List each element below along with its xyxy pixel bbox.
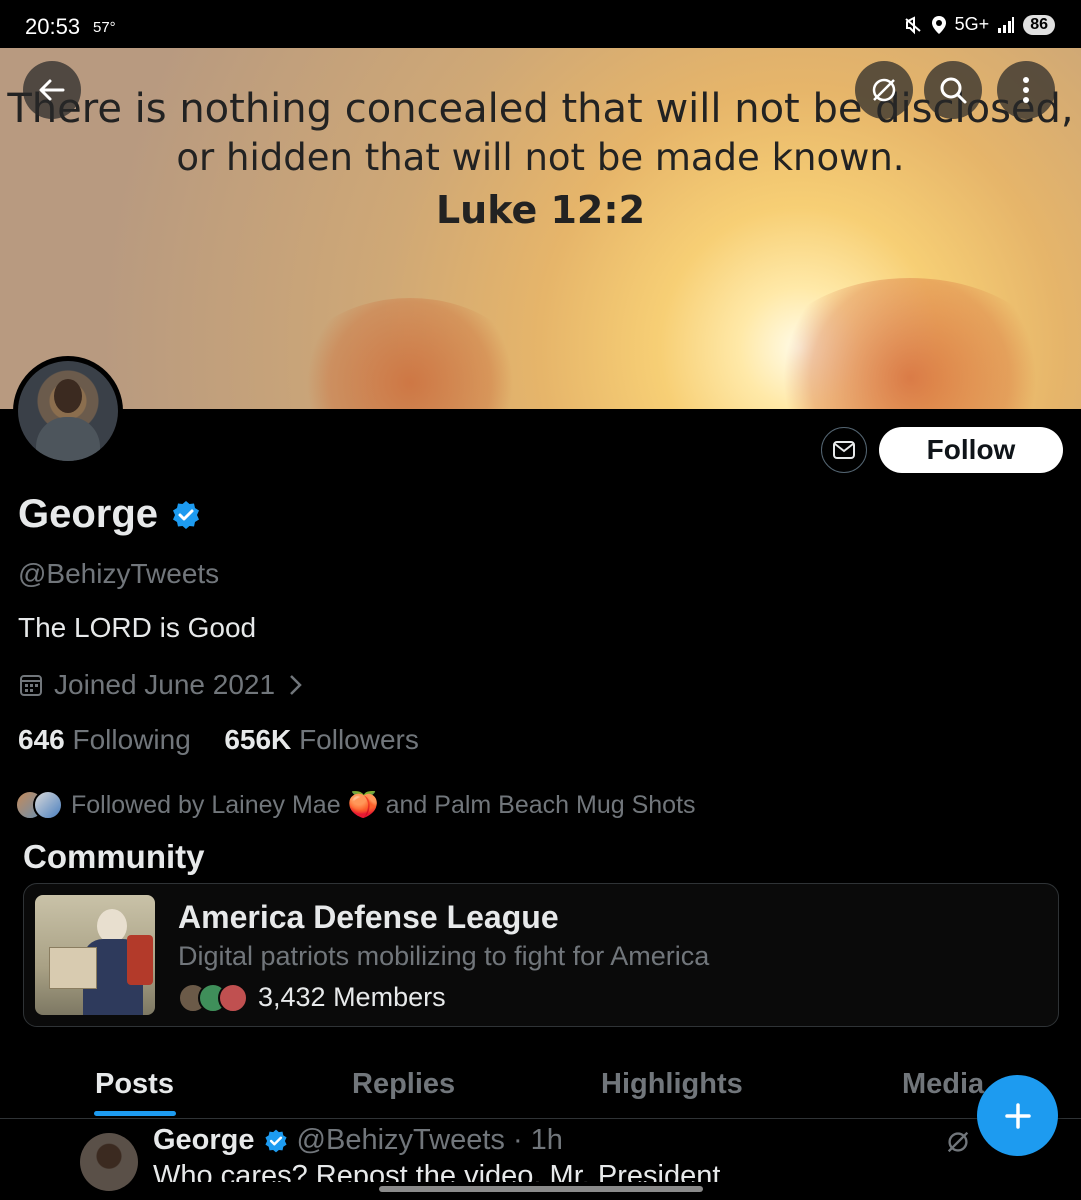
banner-tree-right — [760, 278, 1060, 409]
follow-button[interactable]: Follow — [879, 427, 1063, 473]
post-handle-time: @BehizyTweets · 1h — [296, 1124, 563, 1156]
community-image — [35, 895, 155, 1015]
followed-by-avatars — [15, 790, 63, 820]
mini-avatar — [218, 982, 248, 1013]
grok-button[interactable] — [855, 61, 913, 119]
community-card[interactable]: America Defense League Digital patriots … — [23, 883, 1059, 1027]
verified-badge-icon[interactable] — [170, 499, 202, 531]
community-description: Digital patriots mobilizing to fight for… — [178, 941, 710, 971]
profile-banner[interactable]: There is nothing concealed that will not… — [0, 48, 1081, 409]
avatar-photo — [18, 361, 118, 461]
followers-count: 656K — [224, 724, 292, 755]
status-time: 20:53 — [25, 14, 81, 39]
following-link[interactable]: 646 Following — [18, 724, 191, 755]
mail-icon — [833, 441, 855, 459]
tab-media[interactable]: Media — [902, 1068, 984, 1101]
mute-vibrate-icon — [905, 15, 921, 34]
search-icon — [940, 77, 967, 104]
compose-post-button[interactable] — [977, 1075, 1058, 1156]
status-bar: 20:53 57° 5G+ 86 — [0, 0, 1081, 48]
banner-quote-reference: Luke 12:2 — [435, 188, 646, 232]
status-icons: 5G+ 86 — [903, 14, 1055, 35]
profile-avatar[interactable] — [13, 356, 123, 466]
mini-avatar — [33, 790, 63, 820]
battery-indicator: 86 — [1023, 14, 1055, 35]
tab-replies[interactable]: Replies — [352, 1068, 455, 1101]
status-temperature: 57° — [93, 19, 116, 36]
grok-icon — [947, 1131, 969, 1153]
followers-link[interactable]: 656K Followers — [224, 724, 419, 755]
joined-date-row[interactable]: Joined June 2021 — [18, 669, 305, 701]
search-button[interactable] — [924, 61, 982, 119]
back-button[interactable] — [23, 61, 81, 119]
banner-quote-line2: or hidden that will not be made known. — [176, 136, 905, 179]
tab-highlights[interactable]: Highlights — [601, 1068, 743, 1101]
followed-by-text: Followed by Lainey Mae 🍑 and Palm Beach … — [71, 790, 696, 819]
profile-bio: The LORD is Good — [18, 612, 257, 643]
community-name: America Defense League — [178, 899, 559, 935]
followed-by-row[interactable]: Followed by Lainey Mae 🍑 and Palm Beach … — [15, 790, 696, 820]
arrow-left-icon — [39, 79, 65, 101]
verified-badge-icon — [264, 1129, 287, 1152]
post-grok-button[interactable] — [944, 1128, 972, 1161]
profile-handle: @BehizyTweets — [18, 558, 220, 589]
active-tab-indicator — [94, 1111, 176, 1116]
community-section-title: Community — [23, 838, 205, 875]
chevron-right-icon — [290, 675, 302, 695]
post-header: George @BehizyTweets · 1h — [153, 1124, 563, 1157]
location-icon — [931, 15, 946, 34]
banner-quote-line1: There is nothing concealed that will not… — [7, 86, 1074, 132]
more-vertical-icon — [1023, 77, 1029, 103]
plus-icon — [1004, 1102, 1031, 1129]
profile-name-row: George — [18, 492, 202, 537]
tab-posts[interactable]: Posts — [95, 1068, 174, 1101]
followers-label: Followers — [299, 724, 419, 755]
community-members: 3,432 Members — [178, 982, 446, 1013]
network-label: 5G+ — [954, 14, 990, 34]
profile-name: George — [18, 492, 159, 536]
follow-stats: 646 Following 656K Followers — [18, 724, 419, 756]
post-text[interactable]: Who cares? Repost the video, Mr. Preside… — [153, 1160, 720, 1182]
gesture-nav-bar[interactable] — [379, 1186, 703, 1192]
message-button[interactable] — [821, 427, 867, 473]
following-count: 646 — [18, 724, 65, 755]
more-options-button[interactable] — [997, 61, 1055, 119]
member-avatars — [178, 982, 248, 1013]
post-author-avatar[interactable] — [80, 1133, 138, 1191]
post-author-name[interactable]: George — [153, 1124, 255, 1157]
grok-icon — [872, 78, 896, 102]
signal-icon — [998, 16, 1015, 33]
joined-date: Joined June 2021 — [54, 669, 276, 700]
members-count: 3,432 Members — [258, 982, 446, 1012]
calendar-icon — [20, 675, 42, 696]
following-label: Following — [72, 724, 191, 755]
banner-tree-left — [290, 298, 530, 409]
